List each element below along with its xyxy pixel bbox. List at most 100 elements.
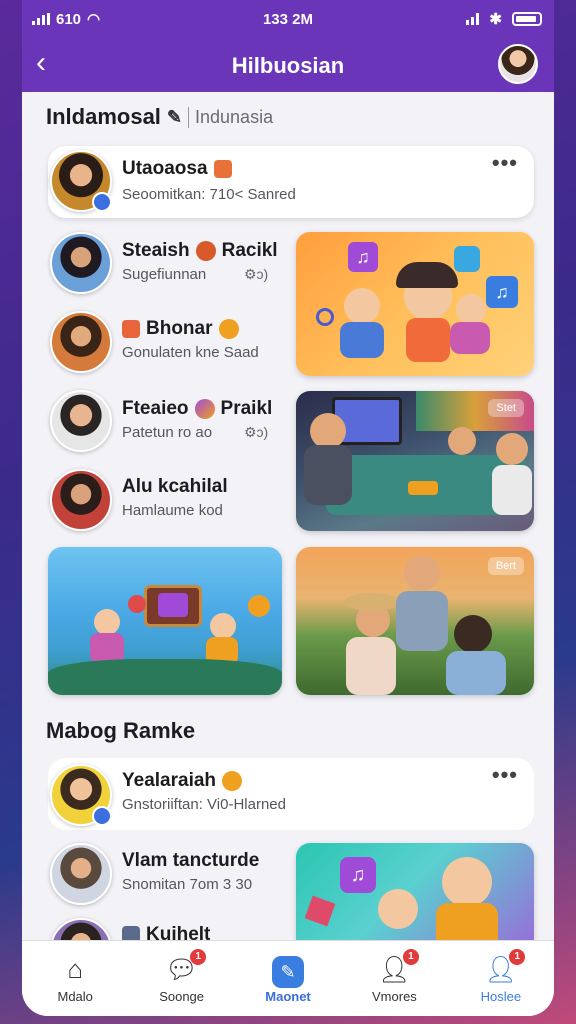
verified-icon — [92, 192, 112, 212]
status-bar: 610 ◠ 133 2M ✱ — [22, 0, 554, 38]
notification-badge: 1 — [402, 949, 419, 965]
hill-shape — [48, 659, 282, 695]
avatar — [50, 469, 112, 531]
profile-icon: 👤︎ — [484, 954, 518, 984]
avatar — [50, 311, 112, 373]
player-figure — [496, 433, 528, 465]
bluetooth-icon: ✱ — [489, 11, 502, 28]
g-logo-icon — [218, 319, 239, 339]
list-item-name: Alu kcahilal — [122, 476, 228, 497]
list-item-name: Vlam tancturde — [122, 850, 260, 871]
section-subtitle: Indunasia — [188, 106, 273, 128]
child-body — [396, 591, 448, 651]
list-item-name-text: Bhonar — [146, 318, 213, 339]
avatar — [50, 843, 112, 905]
list-item-meta: Gonulaten kne Saad — [122, 344, 259, 361]
mic-icon — [316, 308, 334, 326]
list-item-name: Bhonar — [122, 318, 239, 340]
map-pin-icon — [128, 595, 146, 613]
child-figure — [442, 857, 492, 907]
child-figure — [454, 615, 492, 653]
list-item-meta: Gnstoriiftan: Vi0-Hlarned — [122, 796, 286, 813]
more-icon[interactable]: ••• — [492, 762, 518, 788]
child-figure — [404, 555, 440, 591]
child-figure — [94, 609, 120, 635]
tab-home[interactable]: ⌂ Mdalo — [22, 941, 128, 1016]
verified-icon — [92, 806, 112, 826]
map-thumbnail[interactable] — [48, 547, 282, 695]
edit-icon[interactable]: ✎ — [167, 107, 182, 128]
user-icon: 👤︎ — [377, 954, 411, 984]
child-figure — [344, 288, 380, 324]
list-item-name-text: Yealaraiah — [122, 770, 217, 791]
list-item-name-text: Steaish — [122, 240, 190, 261]
tab-label: Maonet — [265, 989, 311, 1004]
music-thumbnail[interactable]: ♫ — [296, 843, 534, 953]
avatar — [50, 390, 112, 452]
child-body — [346, 637, 396, 695]
section-heading: Inldamosal ✎ Indunasia — [46, 104, 273, 130]
list-item[interactable]: Yealaraiah Gnstoriiftan: Vi0-Hlarned ••• — [48, 758, 534, 830]
child-figure — [456, 294, 486, 324]
thumbnail-tag: Bert — [487, 557, 524, 575]
badge-icon — [222, 771, 243, 791]
settings-icon: ⚙︎ɔ) — [244, 266, 269, 282]
bag-icon — [213, 160, 232, 178]
list-item-name-text: Fteaieo — [122, 398, 189, 419]
list-item-name: Fteaieo Praikl — [122, 398, 272, 420]
food-icon — [195, 241, 216, 261]
child-body — [446, 651, 506, 695]
child-figure — [210, 613, 236, 639]
battery-icon — [512, 12, 542, 26]
list-item-name-extra: Praikl — [220, 398, 273, 419]
tab-compose[interactable]: ✎ Maonet — [235, 941, 341, 1016]
map-pin-icon — [248, 595, 270, 617]
featured-name: Utaoaosa — [122, 158, 232, 180]
thumbnail-tag: Stet — [488, 399, 524, 417]
park-thumbnail[interactable]: Bert — [296, 547, 534, 695]
snack-bowl — [408, 481, 438, 495]
pen-icon: ✎ — [235, 953, 341, 988]
game-thumbnail[interactable]: Stet — [296, 391, 534, 531]
list-item-name: Steaish Racikl — [122, 240, 278, 262]
list-item-name-extra: Racikl — [221, 240, 278, 261]
tag-icon — [122, 320, 140, 338]
page-title: Hilbuosian — [231, 53, 345, 78]
player-figure — [448, 427, 476, 455]
profile-avatar[interactable] — [498, 44, 538, 84]
app-screen: 610 ◠ 133 2M ✱ ‹ Hilbuosian Inldamosal ✎… — [22, 0, 554, 1016]
music-thumbnail[interactable]: ♫ ♫ — [296, 232, 534, 376]
chat-bubble-icon — [454, 246, 480, 272]
list-item-meta: Hamlaume kod — [122, 502, 223, 519]
settings-icon: ⚙︎ɔ) — [244, 424, 269, 440]
tab-people[interactable]: 👤︎ 1 Vmores — [341, 941, 447, 1016]
music-note-icon: ♫ — [486, 276, 518, 308]
chat-icon: 💬︎ — [165, 954, 199, 984]
featured-card[interactable]: Utaoaosa Seoomitkan: 710< Sanred ••• — [48, 146, 534, 218]
list-item-meta: Sugefiunnan — [122, 266, 207, 283]
list-item-meta: Snomitan 7om 3 30 — [122, 876, 253, 893]
list-item-name: Yealaraiah — [122, 770, 243, 792]
featured-name-text: Utaoaosa — [122, 158, 208, 179]
player-figure — [310, 413, 346, 449]
status-right: ✱ — [466, 10, 542, 28]
music-note-icon: ♫ — [348, 242, 378, 272]
shirt-shape — [340, 322, 384, 358]
tab-profile[interactable]: 👤︎ 1 Hoslee — [448, 941, 554, 1016]
tab-label: Soonge — [159, 989, 205, 1004]
tab-label: Vmores — [372, 989, 417, 1004]
tab-label: Hoslee — [480, 989, 522, 1004]
bottom-tab-bar: ⌂ Mdalo 💬︎ 1 Soonge ✎ Maonet 👤︎ 1 Vmores… — [22, 940, 554, 1016]
more-icon[interactable]: ••• — [492, 150, 518, 176]
player-body — [304, 445, 352, 505]
tab-label: Mdalo — [57, 989, 93, 1004]
section2-title: Mabog Ramke — [46, 718, 196, 743]
child-figure — [378, 889, 418, 929]
avatar — [50, 232, 112, 294]
praise-icon — [194, 399, 215, 419]
flag-shape — [304, 895, 336, 927]
shirt-shape — [406, 318, 450, 362]
shirt-shape — [450, 322, 490, 354]
notification-badge: 1 — [190, 949, 207, 965]
tab-chat[interactable]: 💬︎ 1 Soonge — [128, 941, 234, 1016]
